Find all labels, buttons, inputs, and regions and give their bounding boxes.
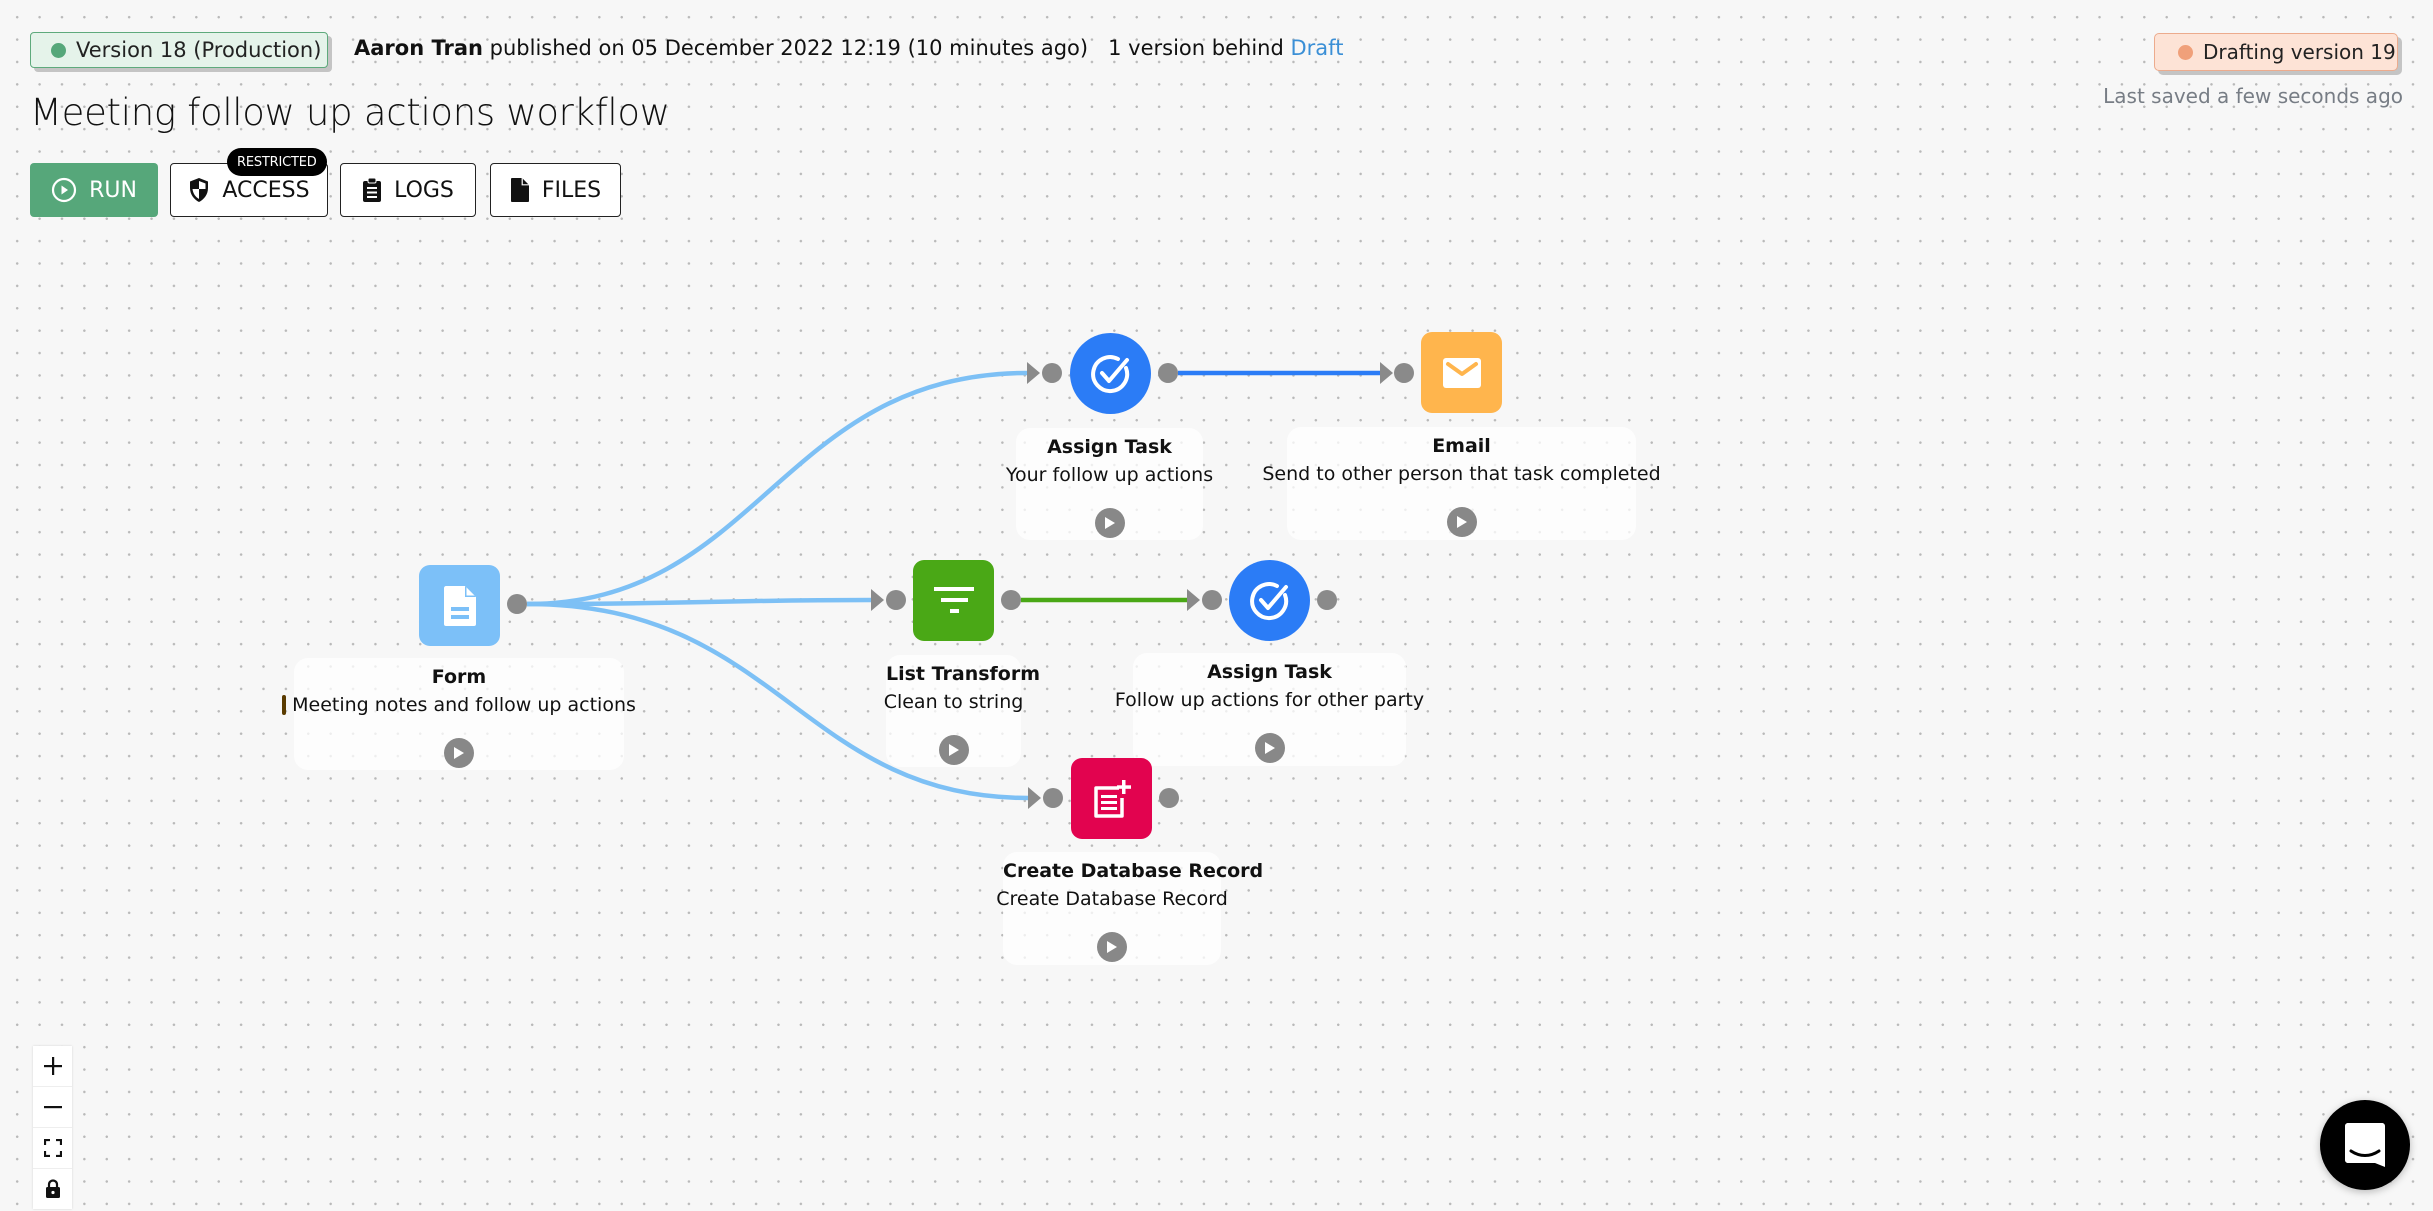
- canvas-controls: [33, 1046, 72, 1209]
- lock-button[interactable]: [33, 1169, 72, 1209]
- lock-icon: [45, 1179, 60, 1198]
- input-arrow: [1028, 787, 1041, 809]
- book-icon: [282, 695, 287, 715]
- output-port[interactable]: [1158, 363, 1178, 383]
- assign-task-node-icon[interactable]: [1070, 333, 1151, 414]
- input-arrow: [1380, 362, 1393, 384]
- node-run-button[interactable]: [1097, 932, 1127, 962]
- email-node-card[interactable]: Email Send to other person that task com…: [1262, 427, 1661, 540]
- node-subtitle: Send to other person that task completed: [1262, 463, 1661, 485]
- list-transform-node-card[interactable]: List Transform Clean to string: [883, 655, 1041, 767]
- zoom-out-button[interactable]: [33, 1087, 72, 1128]
- play-icon: [1264, 742, 1275, 754]
- node-subtitle: Your follow up actions: [1005, 464, 1214, 486]
- list-transform-node-icon[interactable]: [913, 560, 994, 641]
- form-node-card[interactable]: Form Meeting notes and follow up actions: [282, 658, 636, 770]
- output-port[interactable]: [1001, 590, 1021, 610]
- play-icon: [1107, 941, 1117, 953]
- input-port[interactable]: [1202, 590, 1222, 610]
- node-title: Assign Task: [1047, 436, 1172, 458]
- zoom-in-button[interactable]: [33, 1046, 72, 1087]
- workflow-edges: [507, 362, 1414, 809]
- create-record-node-card[interactable]: Create Database Record Create Database R…: [996, 852, 1264, 965]
- fit-view-icon: [43, 1139, 62, 1157]
- input-port[interactable]: [886, 590, 906, 610]
- input-arrow: [1187, 589, 1200, 611]
- node-title: Form: [431, 666, 487, 688]
- check-circle-icon: [1249, 581, 1288, 620]
- node-subtitle: Follow up actions for other party: [1114, 689, 1425, 711]
- node-run-button[interactable]: [444, 738, 474, 768]
- node-run-button[interactable]: [1446, 507, 1477, 537]
- play-icon: [1456, 516, 1467, 528]
- output-port[interactable]: [1317, 590, 1337, 610]
- play-icon: [454, 747, 464, 759]
- node-title: Create Database Record: [1003, 860, 1264, 882]
- node-run-button[interactable]: [938, 735, 969, 765]
- input-port[interactable]: [1394, 363, 1414, 383]
- input-arrow: [1027, 362, 1040, 384]
- filter-icon: [933, 586, 974, 613]
- minus-icon: [43, 1106, 62, 1109]
- check-circle-icon: [1090, 354, 1129, 393]
- add-record-icon: [1093, 779, 1131, 818]
- form-node-icon[interactable]: [419, 565, 500, 646]
- input-port[interactable]: [1042, 363, 1062, 383]
- node-run-button[interactable]: [1254, 733, 1285, 763]
- assign-task-node-card[interactable]: Assign Task Your follow up actions: [1006, 428, 1213, 540]
- output-port[interactable]: [507, 594, 527, 614]
- fit-view-button[interactable]: [33, 1128, 72, 1169]
- assign-task-node-card[interactable]: Assign Task Follow up actions for other …: [1115, 653, 1424, 766]
- play-icon: [948, 744, 959, 756]
- chat-launcher-button[interactable]: [2320, 1100, 2410, 1190]
- node-subtitle: Clean to string: [883, 691, 1024, 713]
- input-port[interactable]: [1043, 788, 1063, 808]
- document-icon: [443, 585, 476, 626]
- chat-icon: [2345, 1123, 2385, 1167]
- assign-task-node-icon[interactable]: [1229, 560, 1310, 641]
- node-subtitle: Create Database Record: [996, 888, 1228, 910]
- node-title: List Transform: [886, 663, 1041, 685]
- output-port[interactable]: [1159, 788, 1179, 808]
- play-icon: [1104, 517, 1115, 529]
- node-run-button[interactable]: [1094, 508, 1125, 538]
- node-subtitle: Meeting notes and follow up actions: [292, 694, 636, 716]
- node-title: Email: [1432, 435, 1491, 457]
- plus-icon: [43, 1057, 62, 1075]
- input-arrow: [871, 589, 884, 611]
- node-title: Assign Task: [1207, 661, 1332, 683]
- email-node-icon[interactable]: [1421, 332, 1502, 413]
- create-record-node-icon[interactable]: [1071, 758, 1152, 839]
- envelope-icon: [1442, 357, 1481, 388]
